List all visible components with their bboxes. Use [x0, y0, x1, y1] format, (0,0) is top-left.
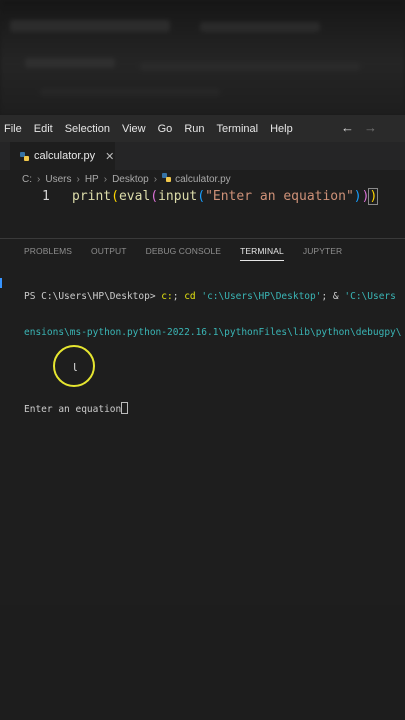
menu-edit[interactable]: Edit [28, 123, 59, 135]
blurred-background-top [0, 0, 405, 115]
code-paren-last: ) [368, 188, 379, 205]
breadcrumb-file[interactable]: calculator.py [175, 174, 231, 185]
tab-jupyter[interactable]: JUPYTER [303, 242, 342, 260]
tab-debug-console[interactable]: DEBUG CONSOLE [146, 242, 221, 260]
breadcrumb-drive[interactable]: C: [22, 174, 32, 185]
menu-bar: File Edit Selection View Go Run Terminal… [0, 115, 405, 142]
terminal-cmd: cd [184, 291, 196, 302]
chevron-right-icon: › [103, 173, 108, 185]
arrow-left-icon[interactable]: ← [341, 120, 354, 135]
breadcrumb-hp[interactable]: HP [85, 174, 99, 185]
code-paren: ( [111, 189, 119, 204]
terminal-output-text: Enter an equation [24, 404, 122, 415]
code-line-1[interactable]: 1 print(eval(input("Enter an equation"))… [0, 187, 405, 207]
breadcrumb-users[interactable]: Users [45, 174, 71, 185]
python-file-icon [162, 173, 172, 185]
tab-problems[interactable]: PROBLEMS [24, 242, 72, 260]
terminal-sep: ; [172, 291, 185, 302]
editor-tab-strip: calculator.py ✕ [0, 142, 405, 170]
terminal-line-1: PS C:\Users\HP\Desktop> c:; cd 'c:\Users… [24, 291, 405, 303]
menu-run[interactable]: Run [178, 123, 210, 135]
code-paren: ( [197, 189, 206, 204]
code-eval: eval [118, 189, 151, 204]
text-cursor-icon: Ɩ [73, 361, 77, 374]
close-icon[interactable]: ✕ [105, 150, 114, 163]
code-print: print [72, 189, 112, 204]
terminal-prompt: PS C:\Users\HP\Desktop> [24, 291, 162, 302]
tab-output[interactable]: OUTPUT [91, 242, 127, 260]
breadcrumb-desktop[interactable]: Desktop [112, 174, 149, 185]
terminal-arg: 'C:\Users [344, 291, 396, 302]
terminal-arg: 'c:\Users\HP\Desktop' [195, 291, 322, 302]
menu-help[interactable]: Help [264, 123, 299, 135]
breadcrumb: C: › Users › HP › Desktop › calculator.p… [22, 172, 231, 186]
menu-go[interactable]: Go [152, 123, 179, 135]
chevron-right-icon: › [153, 173, 158, 185]
terminal-line-3: Enter an equation [24, 402, 405, 416]
code-input: input [158, 189, 198, 204]
line-number: 1 [42, 189, 50, 204]
code-text[interactable]: print(eval(input("Enter an equation"))) [72, 188, 379, 205]
menu-view[interactable]: View [116, 123, 152, 135]
terminal-cursor [121, 402, 129, 414]
dark-background-bottom [0, 605, 405, 720]
menu-file[interactable]: File [0, 123, 28, 135]
panel-tabs: PROBLEMS OUTPUT DEBUG CONSOLE TERMINAL J… [0, 239, 405, 263]
bottom-panel: PROBLEMS OUTPUT DEBUG CONSOLE TERMINAL J… [0, 238, 405, 606]
chevron-right-icon: › [37, 173, 41, 185]
code-string: "Enter an equation" [205, 189, 354, 204]
menu-terminal[interactable]: Terminal [211, 123, 265, 135]
arrow-right-icon[interactable]: → [364, 120, 377, 135]
terminal-cmd: c: [161, 291, 173, 302]
chevron-right-icon: › [76, 173, 80, 185]
nav-arrows: ← → [341, 120, 377, 135]
menu-selection[interactable]: Selection [59, 123, 116, 135]
tab-terminal[interactable]: TERMINAL [240, 242, 284, 261]
code-paren: ) [353, 189, 362, 204]
tab-label: calculator.py [34, 150, 96, 162]
tab-calculator-py[interactable]: calculator.py ✕ [10, 142, 115, 170]
python-file-icon [20, 151, 29, 161]
code-paren: ( [150, 189, 159, 204]
terminal-line-2: ensions\ms-python.python-2022.16.1\pytho… [24, 327, 402, 338]
activity-marker [0, 278, 2, 288]
terminal-sep: ; & [321, 291, 345, 302]
